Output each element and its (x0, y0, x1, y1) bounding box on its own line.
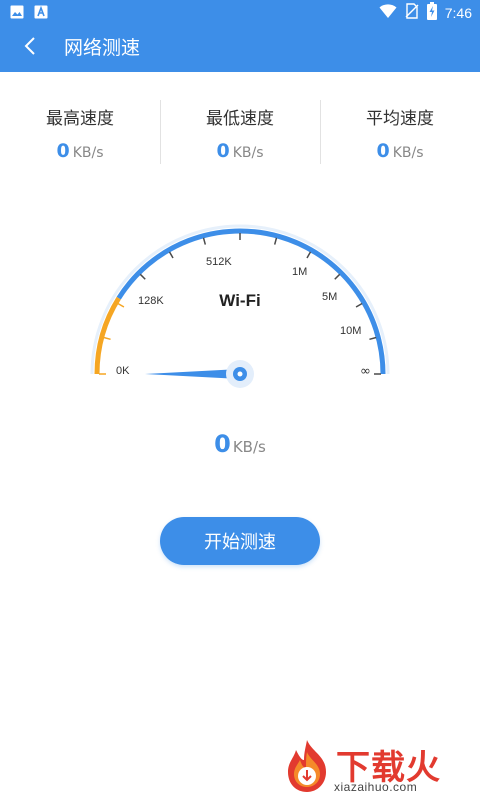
speed-stats: 最高速度 0 KB/s 最低速度 0 KB/s 平均速度 0 KB/s (0, 100, 480, 164)
network-type-label: Wi-Fi (219, 291, 260, 310)
needle-hub-center (237, 371, 243, 377)
gauge-tick (306, 251, 312, 259)
text-a-icon (34, 4, 48, 23)
stat-label: 平均速度 (366, 109, 434, 129)
gauge-label-1m: 1M (292, 266, 307, 278)
flame-logo-icon (282, 738, 332, 798)
stat-unit: KB/s (392, 145, 424, 161)
stat-min-speed: 最低速度 0 KB/s (160, 100, 320, 164)
stat-avg-speed: 平均速度 0 KB/s (320, 100, 480, 164)
gauge-tick (273, 237, 278, 245)
gauge-label-infinity: ∞ (360, 364, 371, 379)
current-speed-value: 0 (214, 430, 231, 458)
gauge-label-10m: 10M (340, 325, 361, 337)
gauge-tick (369, 336, 377, 341)
current-speed: 0 KB/s (0, 430, 480, 458)
gauge-label-128k: 128K (138, 295, 164, 307)
status-time: 7:46 (444, 5, 472, 21)
gauge-tick (117, 302, 125, 308)
gauge-tick (139, 273, 146, 280)
stat-value: 0 KB/s (160, 140, 320, 162)
watermark: 下载火 xiazaihuo.com (282, 738, 462, 794)
stat-number: 0 (216, 140, 230, 162)
back-button[interactable] (14, 32, 46, 64)
gauge-label-5m: 5M (322, 291, 337, 303)
gauge-tick (168, 251, 174, 259)
stat-number: 0 (56, 140, 70, 162)
gauge-tick (103, 336, 111, 341)
app-bar: 网络测速 (0, 24, 480, 72)
gauge-needle (145, 369, 240, 379)
current-speed-unit: KB/s (232, 438, 266, 456)
start-test-button[interactable]: 开始测速 (160, 517, 320, 565)
watermark-site: xiazaihuo.com (334, 780, 418, 794)
page-title: 网络测速 (64, 37, 141, 59)
gauge-tick (202, 237, 207, 245)
wifi-icon (379, 3, 397, 23)
gauge-dial: 0K 128K 512K 1M 5M 10M ∞ Wi-Fi (90, 224, 390, 388)
chevron-left-icon (23, 36, 37, 60)
stat-value: 0 KB/s (0, 140, 160, 162)
stat-max-speed: 最高速度 0 KB/s (0, 100, 160, 164)
gauge-tick (355, 302, 363, 308)
stat-label: 最高速度 (46, 109, 114, 129)
stat-label: 最低速度 (206, 109, 274, 129)
stat-number: 0 (376, 140, 390, 162)
gauge-label-512k: 512K (206, 256, 232, 268)
image-icon (10, 4, 24, 23)
gauge-tick (334, 273, 341, 280)
battery-charging-icon (426, 2, 437, 24)
stat-unit: KB/s (232, 145, 264, 161)
no-sim-icon (405, 3, 419, 23)
gauge-label-0k: 0K (116, 365, 130, 377)
stat-value: 0 KB/s (320, 140, 480, 162)
stat-unit: KB/s (72, 145, 104, 161)
status-bar: 7:46 (0, 0, 480, 24)
speed-gauge: 0K 128K 512K 1M 5M 10M ∞ Wi-Fi (0, 200, 480, 400)
